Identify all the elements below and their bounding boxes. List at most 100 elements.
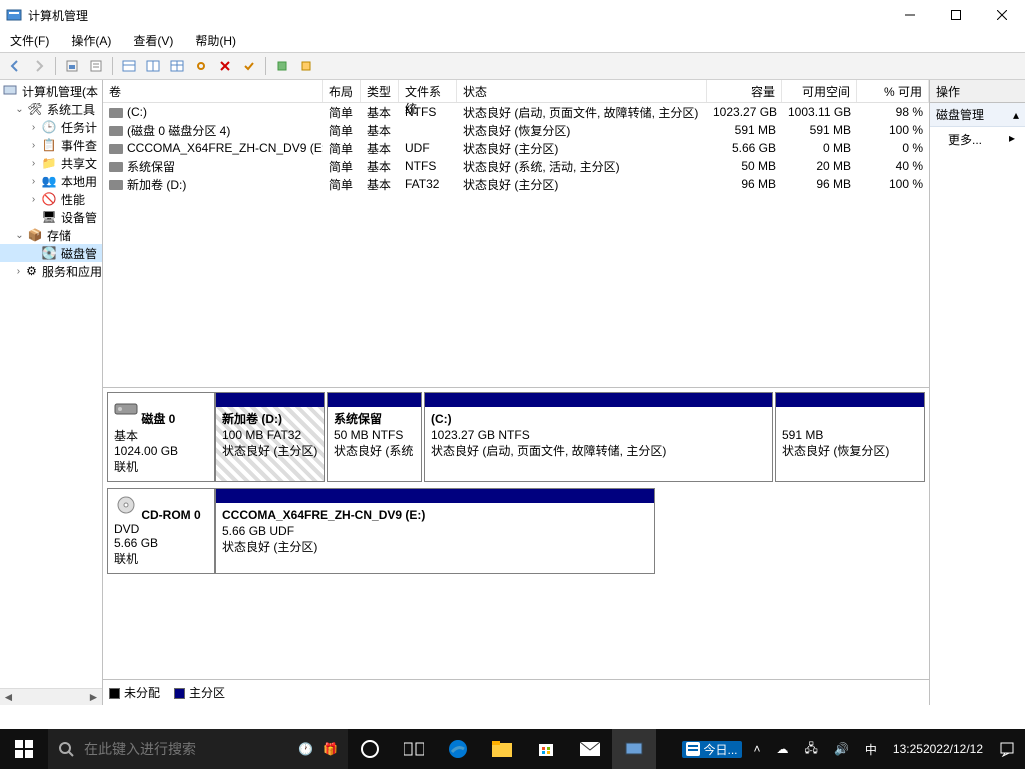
- disk-block[interactable]: CD-ROM 0 DVD 5.66 GB 联机 CCCOMA_X64FRE_ZH…: [107, 488, 925, 574]
- menu-file[interactable]: 文件(F): [6, 30, 53, 51]
- search-box[interactable]: 🕐 🎁: [48, 729, 348, 769]
- partition[interactable]: (C:)1023.27 GB NTFS状态良好 (启动, 页面文件, 故障转储,…: [424, 392, 773, 482]
- table-row[interactable]: (磁盘 0 磁盘分区 4)简单基本状态良好 (恢复分区)591 MB591 MB…: [103, 121, 929, 139]
- menu-help[interactable]: 帮助(H): [191, 30, 240, 51]
- actions-section[interactable]: 磁盘管理 ▴: [930, 103, 1025, 127]
- col-free[interactable]: 可用空间: [782, 80, 857, 102]
- table-cell: NTFS: [399, 159, 457, 173]
- volume-icon[interactable]: 🔊: [830, 742, 853, 756]
- disk-block[interactable]: 磁盘 0 基本 1024.00 GB 联机 新加卷 (D:)100 MB FAT…: [107, 392, 925, 482]
- expand-icon[interactable]: ⌄: [14, 104, 25, 115]
- close-button[interactable]: [979, 0, 1025, 30]
- col-status[interactable]: 状态: [457, 80, 707, 102]
- col-fs[interactable]: 文件系统: [399, 80, 457, 102]
- partition[interactable]: 新加卷 (D:)100 MB FAT32状态良好 (主分区): [215, 392, 325, 482]
- tree-task-scheduler[interactable]: ›🕒任务计: [0, 118, 102, 136]
- table-cell: CCCOMA_X64FRE_ZH-CN_DV9 (E:): [103, 141, 323, 155]
- forward-button[interactable]: [28, 55, 50, 77]
- minimize-button[interactable]: [887, 0, 933, 30]
- up-button[interactable]: [61, 55, 83, 77]
- expand-icon[interactable]: ›: [14, 266, 23, 277]
- partition[interactable]: 591 MB状态良好 (恢复分区): [775, 392, 925, 482]
- col-capacity[interactable]: 容量: [707, 80, 782, 102]
- nav-tree[interactable]: 计算机管理(本 ⌄🛠系统工具 ›🕒任务计 ›📋事件查 ›📁共享文 ›👥本地用 ›…: [0, 80, 102, 282]
- table-cell: 状态良好 (主分区): [457, 176, 707, 193]
- app-icon: [6, 7, 22, 23]
- explorer-icon[interactable]: [480, 729, 524, 769]
- tree-disk-management[interactable]: 💽磁盘管: [0, 244, 102, 262]
- clock-widget-icon[interactable]: 🕐: [298, 742, 313, 756]
- tree-event-viewer[interactable]: ›📋事件查: [0, 136, 102, 154]
- table-row[interactable]: (C:)简单基本NTFS状态良好 (启动, 页面文件, 故障转储, 主分区)10…: [103, 103, 929, 121]
- expand-icon[interactable]: ›: [28, 176, 39, 187]
- action1-icon[interactable]: [271, 55, 293, 77]
- col-pct[interactable]: % 可用: [857, 80, 929, 102]
- partition[interactable]: 系统保留50 MB NTFS状态良好 (系统: [327, 392, 422, 482]
- tree-label: 共享文: [59, 155, 97, 172]
- delete-icon[interactable]: [214, 55, 236, 77]
- search-input[interactable]: [84, 741, 288, 757]
- expand-icon[interactable]: ›: [28, 158, 39, 169]
- disk-icon: 💽: [41, 245, 57, 261]
- compmgmt-taskbar-icon[interactable]: [612, 729, 656, 769]
- scroll-left-icon[interactable]: ◄: [0, 689, 17, 706]
- back-button[interactable]: [4, 55, 26, 77]
- tree-performance[interactable]: ›🚫性能: [0, 190, 102, 208]
- menu-view[interactable]: 查看(V): [129, 30, 177, 51]
- view3-button[interactable]: [166, 55, 188, 77]
- expand-icon[interactable]: ⌄: [14, 230, 25, 241]
- table-row[interactable]: 系统保留简单基本NTFS状态良好 (系统, 活动, 主分区)50 MB20 MB…: [103, 157, 929, 175]
- scroll-right-icon[interactable]: ►: [85, 689, 102, 706]
- part-status: 状态良好 (恢复分区): [782, 444, 889, 458]
- table-row[interactable]: 新加卷 (D:)简单基本FAT32状态良好 (主分区)96 MB96 MB100…: [103, 175, 929, 193]
- table-cell: FAT32: [399, 177, 457, 191]
- tree-system-tools[interactable]: ⌄🛠系统工具: [0, 100, 102, 118]
- collapse-icon[interactable]: ▴: [1013, 108, 1019, 122]
- col-layout[interactable]: 布局: [323, 80, 361, 102]
- tree-label: 事件查: [59, 137, 97, 154]
- network-icon[interactable]: 🖧: [801, 739, 822, 760]
- clock[interactable]: 13:25 2022/12/12: [889, 742, 987, 756]
- disk-state: 联机: [114, 460, 138, 474]
- onedrive-icon[interactable]: ☁: [773, 742, 793, 756]
- tree-device-manager[interactable]: 🖥设备管: [0, 208, 102, 226]
- tree-label: 服务和应用: [40, 263, 102, 280]
- edge-icon[interactable]: [436, 729, 480, 769]
- col-volume[interactable]: 卷: [103, 80, 323, 102]
- table-row[interactable]: CCCOMA_X64FRE_ZH-CN_DV9 (E:)简单基本UDF状态良好 …: [103, 139, 929, 157]
- ime-indicator[interactable]: 中: [861, 741, 881, 758]
- action2-icon[interactable]: [295, 55, 317, 77]
- maximize-button[interactable]: [933, 0, 979, 30]
- folder-icon: 📁: [41, 155, 57, 171]
- tray-expand-icon[interactable]: ˄: [750, 742, 765, 756]
- tree-shared-folders[interactable]: ›📁共享文: [0, 154, 102, 172]
- tree-local-users[interactable]: ›👥本地用: [0, 172, 102, 190]
- col-type[interactable]: 类型: [361, 80, 399, 102]
- tree-hscrollbar[interactable]: ◄ ►: [0, 688, 102, 705]
- store-icon[interactable]: [524, 729, 568, 769]
- expand-icon[interactable]: ›: [28, 140, 39, 151]
- disk-size: 5.66 GB: [114, 536, 158, 550]
- tree-storage[interactable]: ⌄📦存储: [0, 226, 102, 244]
- table-cell: 简单: [323, 104, 361, 121]
- start-button[interactable]: [0, 729, 48, 769]
- news-widget[interactable]: 今日...: [682, 741, 742, 758]
- taskview-icon[interactable]: [392, 729, 436, 769]
- cortana-icon[interactable]: [348, 729, 392, 769]
- view2-button[interactable]: [142, 55, 164, 77]
- expand-icon[interactable]: ›: [28, 194, 39, 205]
- properties-button[interactable]: [85, 55, 107, 77]
- action-more[interactable]: 更多... ▸: [930, 127, 1025, 152]
- gift-icon[interactable]: 🎁: [323, 742, 338, 756]
- partition[interactable]: CCCOMA_X64FRE_ZH-CN_DV9 (E:)5.66 GB UDF状…: [215, 488, 655, 574]
- tree-root[interactable]: 计算机管理(本: [0, 82, 102, 100]
- view1-button[interactable]: [118, 55, 140, 77]
- tree-services[interactable]: ›⚙服务和应用: [0, 262, 102, 280]
- settings-icon[interactable]: [190, 55, 212, 77]
- mail-icon[interactable]: [568, 729, 612, 769]
- part-status: 状态良好 (启动, 页面文件, 故障转储, 主分区): [431, 444, 666, 458]
- notifications-icon[interactable]: [995, 741, 1019, 757]
- expand-icon[interactable]: ›: [28, 122, 39, 133]
- check-icon[interactable]: [238, 55, 260, 77]
- menu-action[interactable]: 操作(A): [67, 30, 115, 51]
